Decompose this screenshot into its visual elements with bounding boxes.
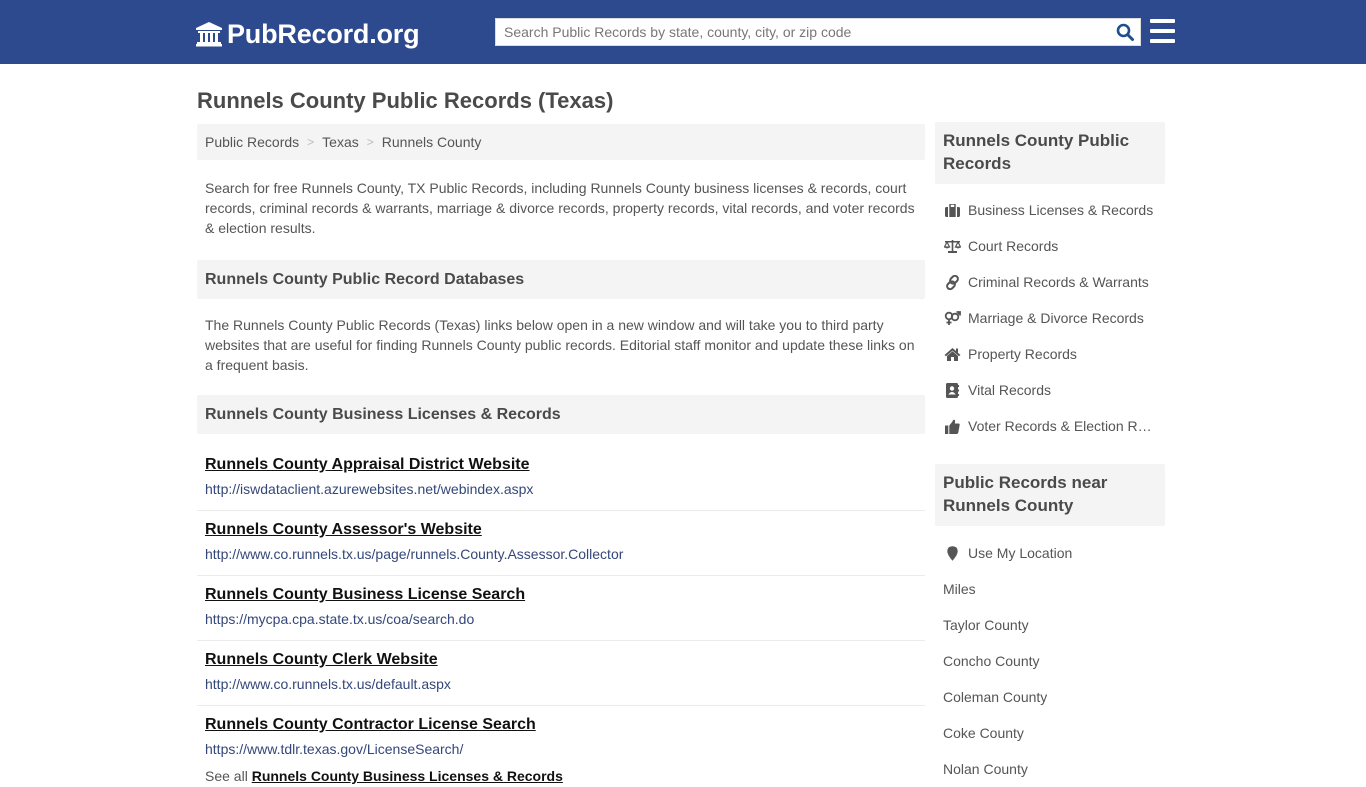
list-item: Runnels County Appraisal District Websit… [197, 446, 925, 511]
list-item: Runnels County Business License Search h… [197, 576, 925, 641]
sidebar-nearby-heading: Public Records near Runnels County [935, 464, 1165, 526]
menu-bar [1150, 19, 1175, 23]
breadcrumb: Public Records > Texas > Runnels County [197, 124, 925, 160]
miles-text: Miles [943, 581, 976, 597]
miles-label: Miles [935, 571, 1165, 607]
link-title[interactable]: Runnels County Assessor's Website [205, 519, 917, 541]
site-logo[interactable]: PubRecord.org [195, 18, 420, 50]
databases-description: The Runnels County Public Records (Texas… [205, 317, 915, 373]
sidebar-records: Runnels County Public Records Business L… [935, 122, 1165, 444]
sidebar-nearby: Public Records near Runnels County Use M… [935, 464, 1165, 787]
sidebar-item-property[interactable]: Property Records [935, 336, 1165, 372]
sidebar-item-label: Criminal Records & Warrants [968, 274, 1149, 290]
nearby-county-coke[interactable]: Coke County [935, 715, 1165, 751]
list-item: Runnels County Contractor License Search… [197, 706, 925, 771]
use-my-location-button[interactable]: Use My Location [935, 535, 1165, 571]
county-label: Taylor County [943, 617, 1029, 633]
balance-scale-icon [943, 238, 961, 254]
search-icon [1116, 23, 1134, 41]
business-section-heading: Runnels County Business Licenses & Recor… [197, 395, 925, 434]
sidebar-item-label: Vital Records [968, 382, 1052, 398]
main-content: Public Records > Texas > Runnels County … [197, 124, 925, 785]
thumbs-up-icon [943, 418, 961, 434]
breadcrumb-texas[interactable]: Texas [322, 134, 359, 150]
map-marker-icon [943, 545, 961, 561]
link-title[interactable]: Runnels County Contractor License Search [205, 714, 917, 736]
logo-text: PubRecord.org [227, 18, 420, 49]
sidebar-item-criminal[interactable]: Criminal Records & Warrants [935, 264, 1165, 300]
business-links-list: Runnels County Appraisal District Websit… [197, 446, 925, 771]
search-box [495, 18, 1141, 46]
link-url[interactable]: http://www.co.runnels.tx.us/page/runnels… [205, 545, 917, 563]
venus-mars-icon [943, 310, 961, 326]
sidebar-item-label: Court Records [968, 238, 1059, 254]
breadcrumb-separator: > [366, 135, 374, 149]
sidebar-item-business[interactable]: Business Licenses & Records [935, 192, 1165, 228]
link-title[interactable]: Runnels County Appraisal District Websit… [205, 454, 917, 476]
see-all-row: See all Runnels County Business Licenses… [197, 767, 925, 785]
briefcase-icon [943, 202, 961, 218]
sidebar-records-heading: Runnels County Public Records [935, 122, 1165, 184]
top-navbar: PubRecord.org [0, 0, 1366, 64]
county-label: Coke County [943, 725, 1024, 741]
link-title[interactable]: Runnels County Clerk Website [205, 649, 917, 671]
sidebar-item-label: Marriage & Divorce Records [968, 310, 1144, 326]
breadcrumb-public-records[interactable]: Public Records [205, 134, 299, 150]
menu-bar [1150, 29, 1175, 33]
link-url[interactable]: https://www.tdlr.texas.gov/LicenseSearch… [205, 740, 917, 758]
list-item: Runnels County Clerk Website http://www.… [197, 641, 925, 706]
address-book-icon [943, 382, 961, 398]
breadcrumb-runnels-county[interactable]: Runnels County [382, 134, 482, 150]
sidebar-item-label: Business Licenses & Records [968, 202, 1154, 218]
link-url[interactable]: http://iswdataclient.azurewebsites.net/w… [205, 480, 917, 498]
nearby-county-nolan[interactable]: Nolan County [935, 751, 1165, 787]
link-icon [943, 274, 961, 290]
nearby-county-taylor[interactable]: Taylor County [935, 607, 1165, 643]
link-title[interactable]: Runnels County Business License Search [205, 584, 917, 606]
nearby-county-concho[interactable]: Concho County [935, 643, 1165, 679]
see-all-link[interactable]: Runnels County Business Licenses & Recor… [252, 768, 563, 784]
search-input[interactable] [496, 19, 1110, 45]
sidebar-item-label: Property Records [968, 346, 1077, 362]
breadcrumb-separator: > [307, 135, 315, 149]
page-title: Runnels County Public Records (Texas) [197, 88, 614, 113]
courthouse-icon [195, 21, 223, 47]
link-url[interactable]: http://www.co.runnels.tx.us/default.aspx [205, 675, 917, 693]
home-icon [943, 346, 961, 362]
sidebar-item-voter[interactable]: Voter Records & Election Results [935, 408, 1165, 444]
sidebar-item-label: Voter Records & Election Results [968, 418, 1158, 434]
sidebar-item-court[interactable]: Court Records [935, 228, 1165, 264]
sidebar-item-marriage[interactable]: Marriage & Divorce Records [935, 300, 1165, 336]
county-label: Coleman County [943, 689, 1048, 705]
sidebar-item-vital[interactable]: Vital Records [935, 372, 1165, 408]
menu-bar [1150, 39, 1175, 43]
list-item: Runnels County Assessor's Website http:/… [197, 511, 925, 576]
see-all-prefix: See all [205, 768, 248, 784]
county-label: Concho County [943, 653, 1040, 669]
county-label: Nolan County [943, 761, 1028, 777]
hamburger-menu-button[interactable] [1150, 19, 1175, 43]
search-button[interactable] [1110, 19, 1140, 45]
use-my-location-label: Use My Location [968, 545, 1073, 561]
nearby-county-coleman[interactable]: Coleman County [935, 679, 1165, 715]
databases-heading: Runnels County Public Record Databases [197, 260, 925, 299]
link-url[interactable]: https://mycpa.cpa.state.tx.us/coa/search… [205, 610, 917, 628]
intro-text: Search for free Runnels County, TX Publi… [205, 180, 915, 236]
